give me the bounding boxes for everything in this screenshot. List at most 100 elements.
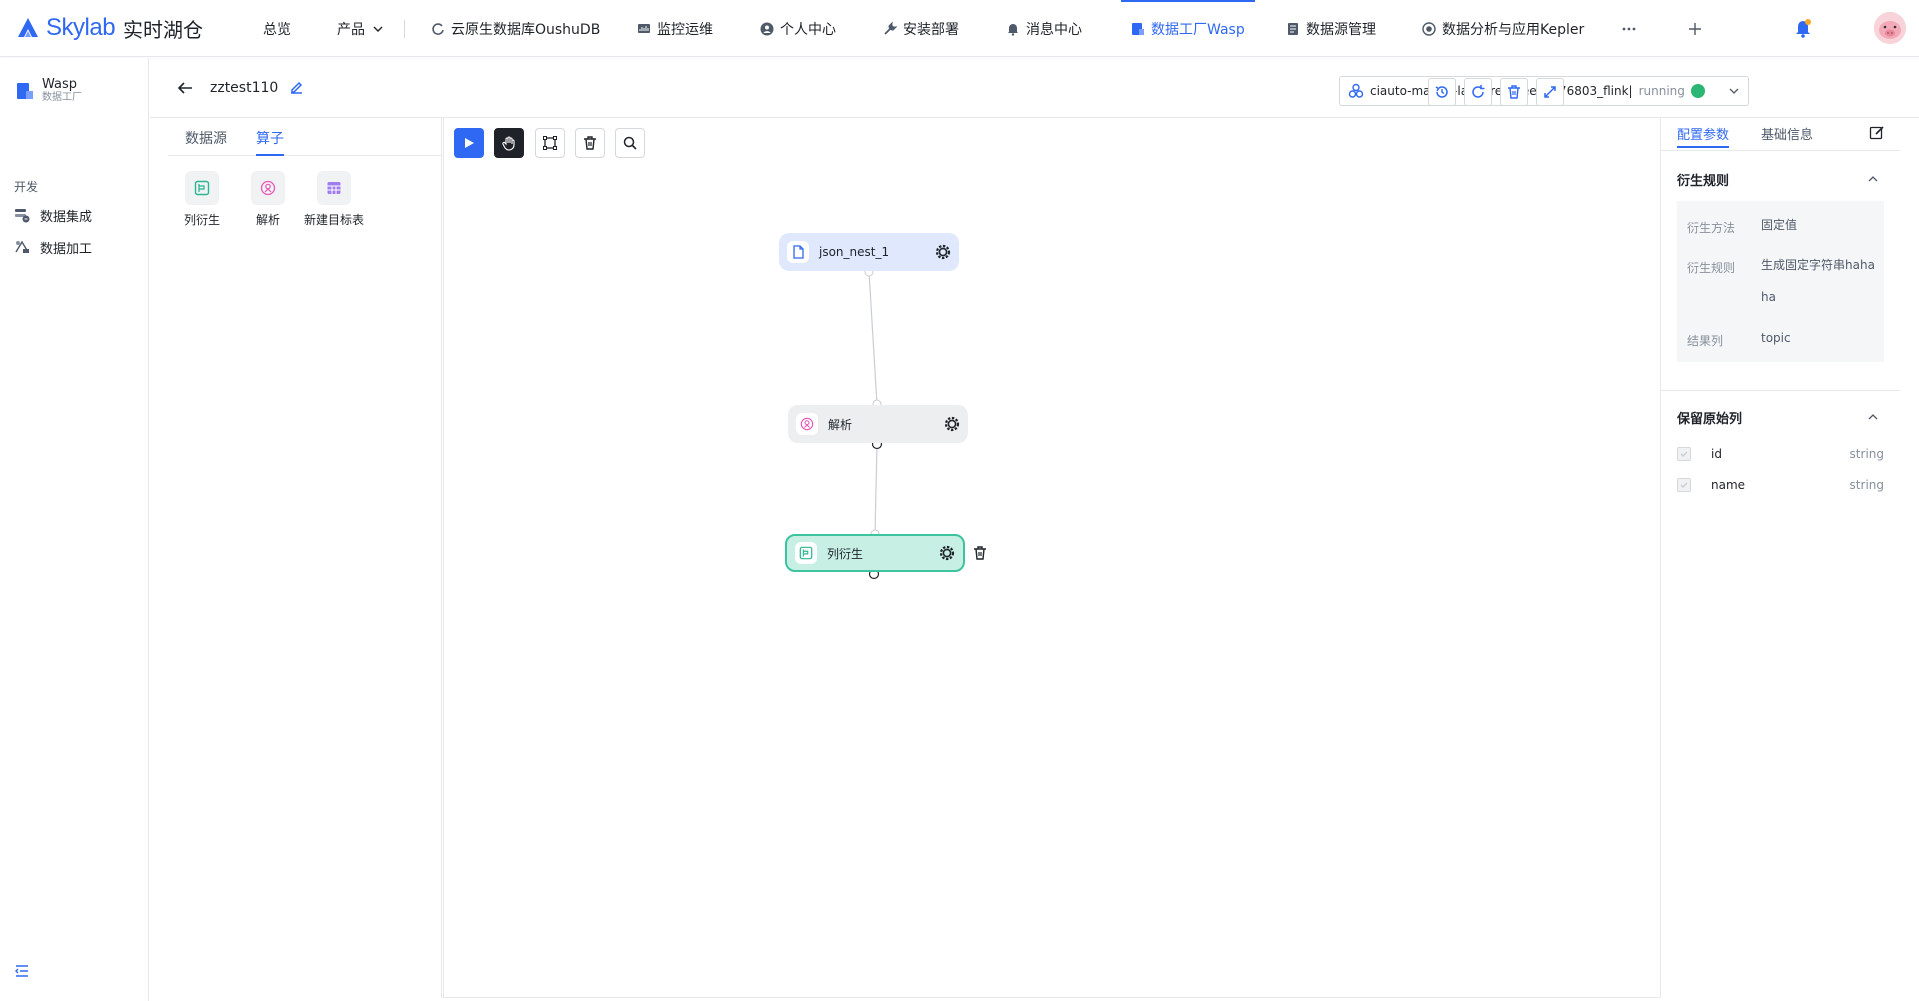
sidebar-app-subtitle: 数据工厂 — [42, 92, 82, 103]
operator-card-icon-box — [185, 171, 219, 205]
sidebar-item-data-integration[interactable]: 数据集成 — [14, 204, 92, 226]
history-button[interactable] — [1428, 78, 1456, 106]
column-checkbox[interactable] — [1677, 478, 1691, 492]
sidebar-item-label: 数据加工 — [40, 241, 93, 257]
refresh-button[interactable] — [1464, 78, 1492, 106]
dag-node-source[interactable]: json_nest_1 — [779, 233, 959, 271]
tab-datasource[interactable]: 数据源 — [185, 128, 227, 148]
dag-canvas[interactable]: json_nest_1 解析 列衍生 — [443, 118, 1659, 998]
nav-kepler[interactable]: 数据分析与应用Kepler — [1422, 0, 1584, 57]
brand-name: Skylab — [46, 14, 116, 41]
dag-node-derive[interactable]: 列衍生 — [785, 534, 965, 572]
keep-columns-section-title: 保留原始列 — [1677, 412, 1743, 427]
node-icon-box — [795, 542, 817, 564]
brand-subtitle: 实时湖仓 — [123, 17, 204, 42]
database-ring-icon — [432, 22, 444, 35]
chevron-up-icon[interactable] — [1867, 411, 1879, 423]
edit-name-icon[interactable] — [288, 79, 305, 96]
sidebar-item-data-processing[interactable]: 数据加工 — [14, 236, 92, 258]
nav-wasp[interactable]: 数据工厂Wasp — [1121, 0, 1255, 57]
tab-basic-info[interactable]: 基础信息 — [1761, 124, 1813, 143]
keep-column-row: name string — [1677, 476, 1884, 494]
delete-node-icon[interactable] — [972, 545, 988, 561]
column-checkbox[interactable] — [1677, 447, 1691, 461]
rule-key: 结果列 — [1687, 334, 1724, 348]
tab-config-params[interactable]: 配置参数 — [1677, 124, 1730, 148]
derive-rule-section-title: 衍生规则 — [1677, 174, 1730, 189]
column-type: string — [1849, 478, 1884, 492]
pig-avatar-icon — [1874, 12, 1906, 44]
notification-bell-icon[interactable] — [1794, 18, 1812, 38]
tab-operators[interactable]: 算子 — [256, 128, 284, 156]
operator-tabs: 数据源 算子 — [168, 118, 442, 156]
nav-overview[interactable]: 总览 — [263, 0, 291, 57]
dag-node-parse[interactable]: 解析 — [788, 405, 968, 443]
operator-card-icon-box — [251, 171, 285, 205]
nav-products[interactable]: 产品 — [337, 0, 385, 57]
nav-add-button[interactable] — [1688, 0, 1702, 57]
rule-value: topic — [1761, 331, 1791, 345]
rule-key: 衍生规则 — [1687, 261, 1736, 275]
nav-wasp-label: 数据工厂Wasp — [1151, 21, 1245, 38]
column-derive-icon — [799, 546, 813, 560]
app-sidebar: Wasp 数据工厂 开发 数据集成 数据加工 — [0, 58, 149, 1001]
operator-panel: 数据源 算子 列衍生 解析 新建目标表 — [168, 118, 442, 998]
column-name: name — [1711, 478, 1746, 492]
file-icon — [793, 245, 804, 259]
user-avatar[interactable] — [1874, 12, 1906, 44]
gear-icon[interactable] — [944, 416, 960, 432]
gear-icon[interactable] — [939, 545, 955, 561]
node-icon-box — [787, 241, 809, 263]
sidebar-app-name: Wasp — [42, 77, 78, 92]
nav-kepler-label: 数据分析与应用Kepler — [1442, 21, 1585, 38]
operator-card-parse[interactable]: 解析 — [238, 171, 298, 228]
back-arrow-icon[interactable] — [176, 80, 194, 96]
node-label: 列衍生 — [827, 546, 864, 561]
nav-datasource-mgmt[interactable]: 数据源管理 — [1286, 0, 1376, 57]
nav-products-label: 产品 — [337, 21, 365, 38]
nav-install-deploy-label: 安装部署 — [903, 21, 959, 38]
new-table-icon — [327, 182, 341, 194]
rule-value: 固定值 — [1761, 218, 1798, 232]
sidebar-app-header[interactable]: Wasp 数据工厂 — [16, 78, 82, 104]
wasp-app-icon — [17, 83, 33, 99]
status-ok-icon — [1690, 84, 1705, 98]
chevron-down-icon — [1729, 88, 1739, 94]
derive-rule-box: 衍生方法 固定值 衍生规则 生成固定字符串hahaha 结果列 topic — [1677, 201, 1884, 362]
nav-overview-label: 总览 — [263, 21, 291, 38]
chevron-down-icon — [373, 26, 383, 32]
nav-oushudb-label: 云原生数据库OushuDB — [451, 21, 601, 38]
nav-monitoring[interactable]: 监控运维 — [637, 0, 713, 57]
nav-oushudb[interactable]: 云原生数据库OushuDB — [431, 0, 600, 57]
brand-logo[interactable]: Skylab 实时湖仓 — [16, 14, 203, 42]
processing-icon — [15, 240, 29, 253]
user-circle-icon — [760, 22, 774, 35]
nav-more-button[interactable] — [1622, 0, 1636, 57]
section-divider — [1661, 390, 1900, 391]
job-name: zztest110 — [210, 80, 279, 96]
edge-parse-to-derive — [874, 443, 878, 535]
nav-install-deploy[interactable]: 安装部署 — [883, 0, 959, 57]
keep-column-row: id string — [1677, 445, 1884, 463]
gear-icon[interactable] — [935, 244, 951, 260]
edge-source-to-parse — [868, 271, 878, 405]
wrench-icon — [884, 21, 897, 35]
edit-config-icon[interactable] — [1869, 125, 1885, 141]
parse-icon — [800, 417, 814, 431]
dag-edges — [864, 267, 883, 580]
operator-card-label: 解析 — [255, 213, 280, 227]
collapse-sidebar-icon[interactable] — [14, 963, 30, 979]
nav-messages[interactable]: 消息中心 — [1006, 0, 1082, 57]
nav-messages-label: 消息中心 — [1026, 21, 1082, 38]
operator-card-column-derive[interactable]: 列衍生 — [172, 171, 232, 228]
fullscreen-button[interactable] — [1536, 78, 1564, 106]
skylab-logo-icon — [18, 18, 38, 37]
nav-personal-center[interactable]: 个人中心 — [760, 0, 836, 57]
operator-card-new-table[interactable]: 新建目标表 — [304, 171, 364, 228]
chevron-up-icon[interactable] — [1867, 173, 1879, 185]
wasp-app-icon — [1132, 22, 1144, 35]
delete-job-button[interactable] — [1500, 78, 1528, 106]
plus-icon — [1689, 22, 1701, 35]
node-label: json_nest_1 — [819, 245, 890, 259]
node-icon-box — [796, 413, 818, 435]
